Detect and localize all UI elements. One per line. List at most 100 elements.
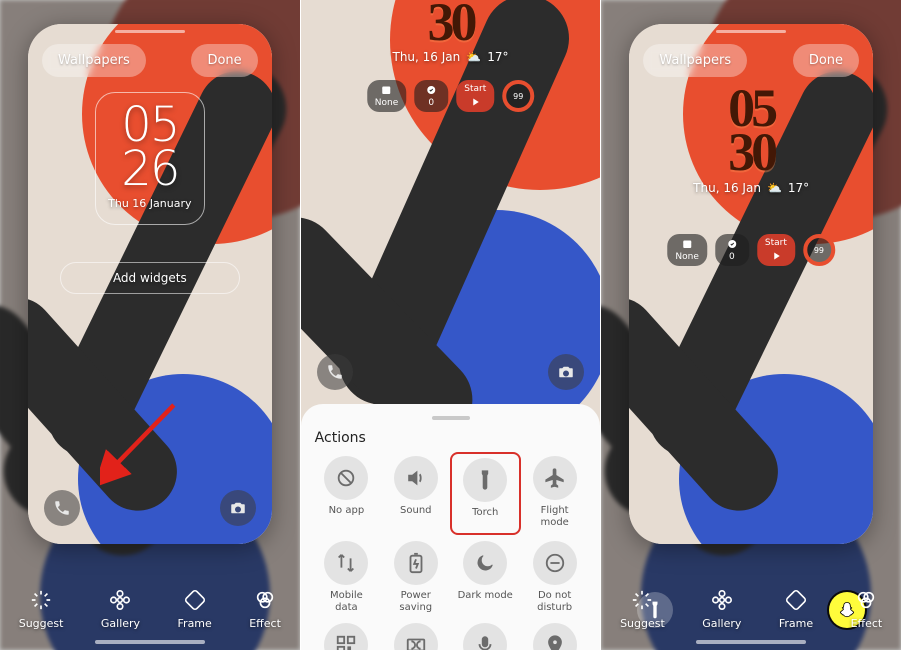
shortcut-left-phone[interactable]: [317, 354, 353, 390]
widget-label: Start: [464, 84, 486, 94]
camera-icon: [229, 499, 247, 517]
action-label: Do not disturb: [537, 590, 572, 613]
clock-widget-accent[interactable]: 05 30 Thu, 16 Jan ⛅ 17°: [693, 86, 809, 195]
tab-label: Frame: [779, 617, 813, 630]
widget-tasks[interactable]: 0: [414, 80, 448, 112]
widget-tasks[interactable]: 0: [715, 234, 749, 266]
add-widgets-button[interactable]: Add widgets: [60, 262, 240, 294]
action-label: Power saving: [384, 590, 447, 613]
action-label: No app: [329, 505, 365, 527]
dolby-icon: [394, 623, 438, 650]
weather-icon: ⛅: [767, 181, 782, 195]
widget-label: Start: [765, 238, 787, 248]
camera-icon: [557, 363, 575, 381]
tab-frame[interactable]: Frame: [779, 589, 813, 630]
flower-icon: [109, 589, 131, 611]
widget-value: 99: [513, 92, 523, 101]
effect-icon: [254, 589, 276, 611]
widget-start[interactable]: Start: [456, 80, 494, 112]
action-no-app[interactable]: No app: [315, 456, 378, 531]
action-label: Flight mode: [540, 505, 568, 528]
widget-value: 99: [814, 246, 824, 255]
action-dnd[interactable]: Do not disturb: [523, 541, 586, 613]
action-power-saving[interactable]: Power saving: [384, 541, 447, 613]
volume-icon: [394, 456, 438, 500]
action-flight-mode[interactable]: Flight mode: [523, 456, 586, 531]
date-short: Thu, 16 Jan: [393, 50, 461, 64]
action-label: Mobile data: [330, 590, 363, 613]
battery-icon: [394, 541, 438, 585]
action-location[interactable]: [523, 623, 586, 650]
action-dark-mode[interactable]: Dark mode: [454, 541, 517, 613]
clock-minutes: 30: [728, 130, 774, 174]
sparkle-icon: [30, 589, 52, 611]
lockscreen-widgets-row[interactable]: None 0 Start 99: [367, 80, 534, 112]
tab-effect[interactable]: Effect: [249, 589, 281, 630]
panel-lockscreen-editor: Wallpapers Done 05 26 Thu 16 January Add…: [0, 0, 300, 650]
tab-suggest[interactable]: Suggest: [620, 589, 665, 630]
tab-frame[interactable]: Frame: [178, 589, 212, 630]
action-qr[interactable]: [315, 623, 378, 650]
tab-effect[interactable]: Effect: [851, 589, 883, 630]
clock-date: Thu 16 January: [96, 197, 204, 210]
tab-label: Gallery: [101, 617, 140, 630]
action-mic[interactable]: [454, 623, 517, 650]
tab-label: Effect: [249, 617, 281, 630]
tab-label: Gallery: [702, 617, 741, 630]
phone-icon: [53, 499, 71, 517]
arrows-icon: [324, 541, 368, 585]
widget-label: None: [675, 252, 698, 262]
shortcut-left-phone[interactable]: [44, 490, 80, 526]
widget-calendar[interactable]: None: [667, 234, 706, 266]
widget-start[interactable]: Start: [757, 234, 795, 266]
action-mobile-data[interactable]: Mobile data: [315, 541, 378, 613]
sheet-drag-handle[interactable]: [432, 416, 470, 420]
widget-label: 0: [729, 252, 735, 262]
tab-suggest[interactable]: Suggest: [19, 589, 64, 630]
lockscreen-preview[interactable]: Wallpapers Done 05 30 Thu, 16 Jan ⛅ 17° …: [629, 24, 873, 544]
lockscreen-preview[interactable]: Wallpapers Done 05 26 Thu 16 January Add…: [28, 24, 272, 544]
action-dolby[interactable]: [384, 623, 447, 650]
action-label: Sound: [400, 505, 432, 527]
widget-label: 0: [428, 98, 434, 108]
drag-handle[interactable]: [716, 30, 786, 33]
lockscreen-widgets-row[interactable]: None 0 Start 99: [667, 234, 834, 266]
widget-activity-ring[interactable]: 99: [803, 234, 835, 266]
minus-icon: [533, 541, 577, 585]
action-label: Torch: [472, 507, 498, 529]
clock-widget-accent: 30 Thu, 16 Jan ⛅ 17°: [393, 0, 509, 64]
temperature: 17°: [788, 181, 809, 195]
widget-calendar[interactable]: None: [367, 80, 406, 112]
clock-widget[interactable]: 05 26 Thu 16 January: [95, 92, 205, 225]
tab-label: Suggest: [19, 617, 64, 630]
widget-label: None: [375, 98, 398, 108]
mic-icon: [463, 623, 507, 650]
frame-icon: [184, 589, 206, 611]
home-indicator[interactable]: [95, 640, 205, 644]
shortcut-right-camera[interactable]: [220, 490, 256, 526]
tab-label: Effect: [851, 617, 883, 630]
wallpapers-button[interactable]: Wallpapers: [643, 44, 747, 77]
plane-icon: [533, 456, 577, 500]
clock-minutes: 30: [428, 0, 474, 44]
tab-gallery[interactable]: Gallery: [702, 589, 741, 630]
editor-tabs: Suggest Gallery Frame Effect: [0, 589, 300, 630]
panel-lockscreen-result: Wallpapers Done 05 30 Thu, 16 Jan ⛅ 17° …: [600, 0, 901, 650]
clock-minutes: 26: [96, 147, 204, 191]
done-button[interactable]: Done: [793, 44, 859, 77]
date-short: Thu, 16 Jan: [693, 181, 761, 195]
action-torch[interactable]: Torch: [454, 456, 517, 531]
action-label: Dark mode: [458, 590, 513, 612]
tab-label: Frame: [178, 617, 212, 630]
weather-icon: ⛅: [466, 50, 481, 64]
tab-gallery[interactable]: Gallery: [101, 589, 140, 630]
action-sound[interactable]: Sound: [384, 456, 447, 531]
panel-actions-picker: 30 Thu, 16 Jan ⛅ 17° None 0 Start 99 Act…: [300, 0, 601, 650]
drag-handle[interactable]: [115, 30, 185, 33]
widget-activity-ring[interactable]: 99: [502, 80, 534, 112]
sparkle-icon: [631, 589, 653, 611]
done-button[interactable]: Done: [191, 44, 257, 77]
pin-icon: [533, 623, 577, 650]
wallpapers-button[interactable]: Wallpapers: [42, 44, 146, 77]
home-indicator[interactable]: [696, 640, 806, 644]
